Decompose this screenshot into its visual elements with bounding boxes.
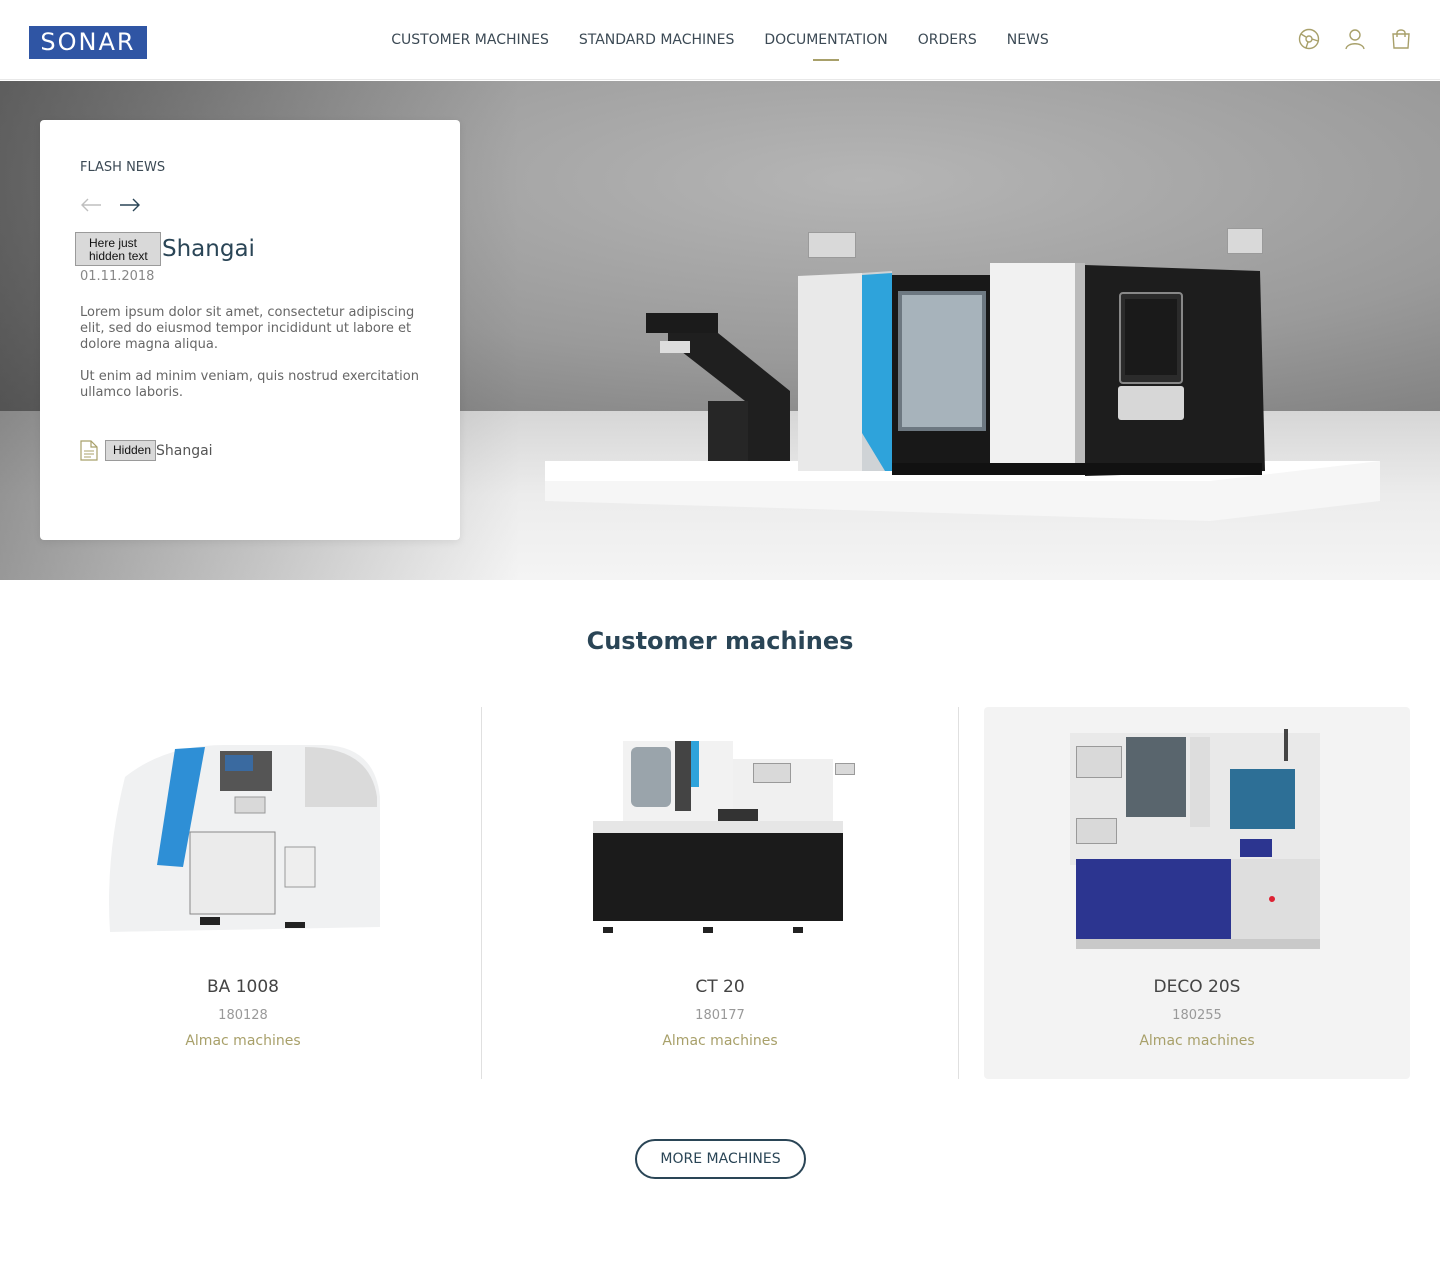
product-hidden-box: [1076, 818, 1117, 844]
hidden-title-prefix: Here just hidden text: [75, 232, 161, 266]
product-name: BA 1008: [207, 977, 279, 997]
product-hidden-box: [753, 763, 791, 783]
flash-news-label: FLASH NEWS: [80, 160, 166, 175]
product-card[interactable]: CT 20 180177 Almac machines: [507, 707, 933, 1079]
news-date: 01.11.2018: [80, 269, 155, 284]
product-list: BA 1008 180128 Almac machines CT 20 1801…: [30, 707, 1410, 1079]
product-hidden-box: [1076, 746, 1122, 778]
nav-documentation[interactable]: DOCUMENTATION: [764, 32, 887, 48]
attachment-name[interactable]: Shangai: [156, 443, 213, 459]
product-card[interactable]: BA 1008 180128 Almac machines: [30, 707, 456, 1079]
product-code: 180255: [1172, 1008, 1222, 1023]
product-name: DECO 20S: [1153, 977, 1241, 997]
product-name: CT 20: [695, 977, 745, 997]
product-image: [109, 745, 380, 932]
hero-hidden-box-1: [808, 232, 856, 258]
logo[interactable]: SONAR: [29, 26, 147, 59]
news-title[interactable]: Shangai: [162, 236, 255, 262]
hero-hidden-box-2: [1227, 228, 1263, 254]
flash-news-card: FLASH NEWS Here just hidden text Shangai…: [40, 120, 460, 540]
section-title: Customer machines: [586, 627, 854, 655]
product-image: [593, 741, 843, 933]
arrow-left-icon[interactable]: [80, 197, 102, 213]
more-machines-button[interactable]: MORE MACHINES: [635, 1139, 806, 1179]
news-paragraph: Ut enim ad minim veniam, quis nostrud ex…: [80, 369, 419, 400]
nav-standard-machines[interactable]: STANDARD MACHINES: [579, 32, 735, 48]
news-attachment[interactable]: Hidden Shangai: [80, 440, 213, 461]
product-card[interactable]: DECO 20S 180255 Almac machines: [984, 707, 1410, 1079]
user-icon[interactable]: [1344, 28, 1366, 50]
main-nav: CUSTOMER MACHINES STANDARD MACHINES DOCU…: [0, 0, 1440, 80]
product-code: 180177: [695, 1008, 745, 1023]
news-paragraph: Lorem ipsum dolor sit amet, consectetur …: [80, 305, 415, 352]
document-icon: [80, 440, 98, 461]
product-hidden-box: [835, 763, 855, 775]
shopping-bag-icon[interactable]: [1390, 28, 1412, 50]
product-brand: Almac machines: [662, 1033, 778, 1049]
steering-wheel-icon[interactable]: [1298, 28, 1320, 50]
product-code: 180128: [218, 1008, 268, 1023]
arrow-right-icon[interactable]: [119, 197, 141, 213]
attachment-hidden-label: Hidden: [105, 440, 156, 461]
nav-orders[interactable]: ORDERS: [918, 32, 977, 48]
nav-customer-machines[interactable]: CUSTOMER MACHINES: [391, 32, 549, 48]
site-header: SONAR CUSTOMER MACHINES STANDARD MACHINE…: [0, 0, 1440, 80]
product-brand: Almac machines: [185, 1033, 301, 1049]
nav-news[interactable]: NEWS: [1007, 32, 1049, 48]
product-brand: Almac machines: [1139, 1033, 1255, 1049]
hero-machine-image: [545, 263, 1380, 521]
